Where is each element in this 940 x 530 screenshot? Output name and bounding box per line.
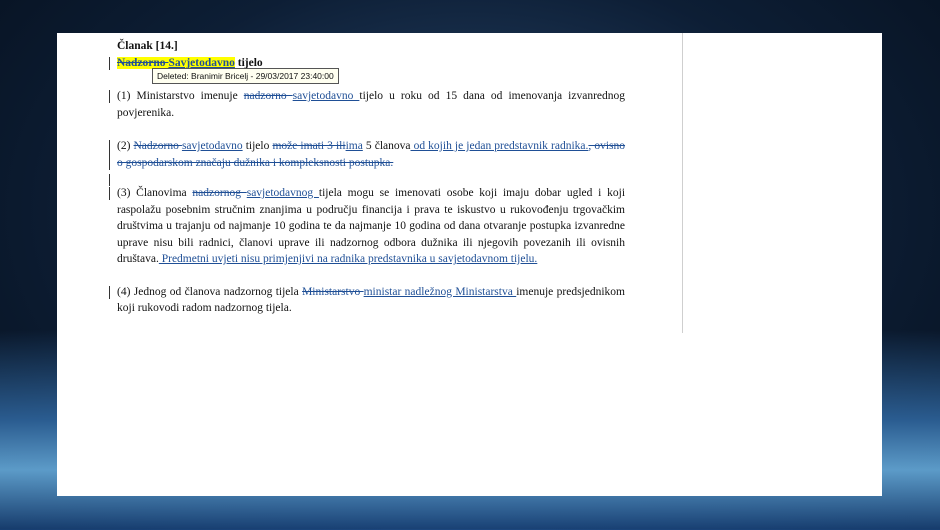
deleted-text[interactable]: može imati 3 ili	[272, 140, 345, 152]
change-bar	[109, 187, 110, 200]
deleted-text[interactable]: Nadzorno	[117, 57, 168, 69]
document-page[interactable]: Članak [14.] Nadzorno Savjetodavno tijel…	[57, 33, 882, 496]
change-bar	[109, 285, 110, 299]
empty-line	[109, 171, 625, 186]
inserted-text[interactable]: savjetodavno	[182, 140, 243, 152]
inserted-text[interactable]: ministar nadležnog Ministarstva	[364, 286, 517, 298]
deleted-text[interactable]: Ministarstvo	[302, 286, 364, 298]
paragraph-2: (2) Nadzorno savjetodavno tijelo može im…	[109, 138, 625, 171]
deleted-text[interactable]: Nadzorno	[134, 140, 182, 152]
deleted-text[interactable]: nadzornog	[192, 187, 246, 199]
inserted-text[interactable]: savjetodavnog	[247, 187, 319, 199]
inserted-text[interactable]: Predmetni uvjeti nisu primjenjivi na rad…	[159, 253, 538, 265]
inserted-text[interactable]: od kojih je jedan predstavnik radnika.	[411, 140, 589, 152]
inserted-text[interactable]: ima	[346, 140, 363, 152]
paragraph-4: (4) Jednog od članova nadzornog tijela M…	[109, 284, 625, 317]
paragraph-1: (1) Ministarstvo imenuje nadzorno savjet…	[109, 88, 625, 121]
change-bar	[109, 140, 110, 170]
inserted-text[interactable]: savjetodavno	[293, 90, 360, 102]
article-heading: Članak [14.]	[117, 40, 178, 52]
revision-tooltip: Deleted: Branimir Bricelj - 29/03/2017 2…	[152, 68, 339, 84]
change-bar	[109, 90, 110, 103]
paragraph-3: (3) Članovima nadzornog savjetodavnog ti…	[109, 185, 625, 268]
page-margin-line	[682, 33, 683, 333]
deleted-text[interactable]: nadzorno	[244, 90, 293, 102]
change-bar	[109, 56, 110, 70]
change-bar	[109, 174, 110, 186]
inserted-text[interactable]: Savjetodavno	[168, 57, 234, 69]
